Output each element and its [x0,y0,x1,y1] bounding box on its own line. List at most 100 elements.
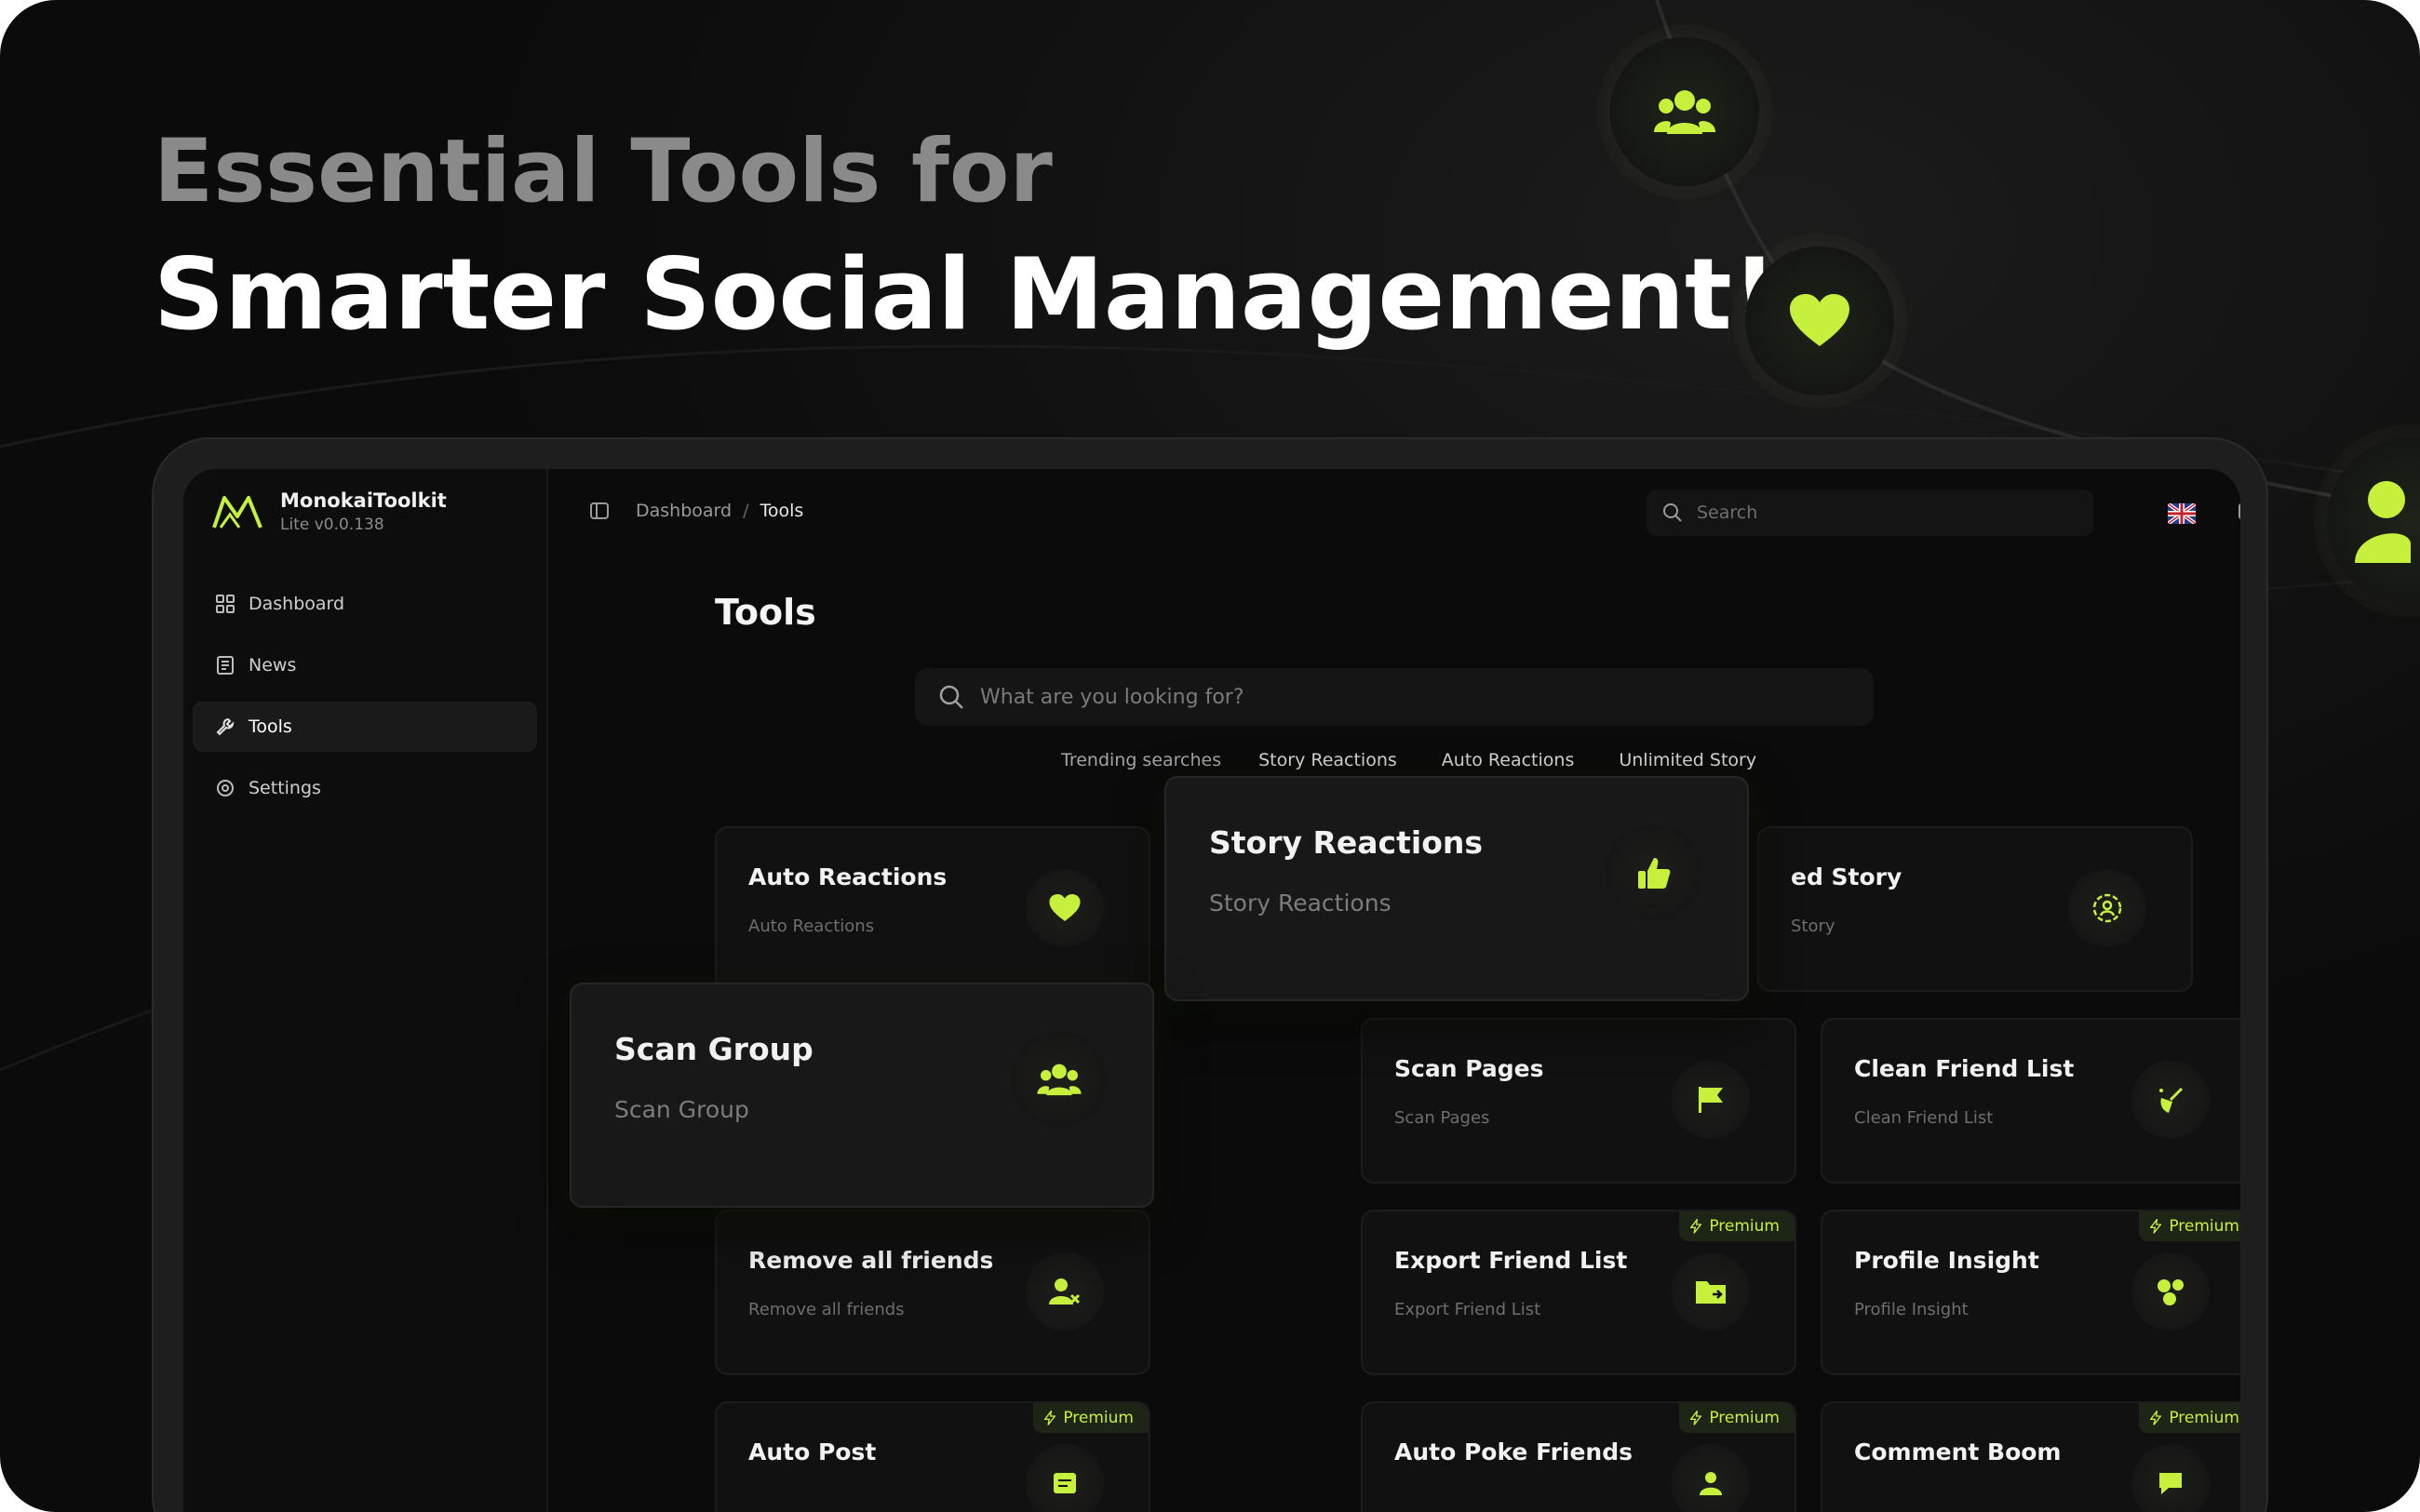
lightning-icon [2150,1219,2162,1234]
tool-card-icon-wrap [2068,869,2146,947]
brand[interactable]: MonokaiToolkit Lite v0.0.138 [211,489,447,534]
promo-stage: Essential Tools for Smarter Social Manag… [0,0,2420,1512]
tool-card-icon-wrap [1672,1444,1750,1512]
tool-card-icon-wrap [1011,1031,1108,1128]
tool-card-icon-wrap [1026,1252,1104,1331]
logo-icon [212,496,262,529]
laptop-frame: MonokaiToolkit Lite v0.0.138 Dashboard N… [152,437,2268,1512]
tool-card-clean-friend-list[interactable]: Clean Friend List Clean Friend List [1821,1018,2240,1184]
tool-card-subtitle: Scan Group [614,1096,749,1123]
tool-card-icon-wrap [2131,1061,2210,1139]
tool-card-icon-wrap [1026,869,1104,947]
app-window: MonokaiToolkit Lite v0.0.138 Dashboard N… [183,469,2240,1512]
breadcrumb: Dashboard / Tools [589,501,803,521]
breadcrumb-tools: Tools [760,501,804,521]
bubbles-icon [2158,1279,2184,1305]
premium-badge: Premium [1033,1403,1149,1433]
sidebar-item-label: Settings [249,778,321,798]
sidebar-toggle-icon[interactable] [589,501,610,521]
uk-flag-icon[interactable] [2168,503,2196,524]
tool-card-auto-reactions[interactable]: Auto Reactions Auto Reactions [715,826,1150,992]
tool-card-icon-wrap [1026,1444,1104,1512]
tool-card-scan-group[interactable]: Scan Group Scan Group [570,983,1154,1208]
hero-headline-top: Essential Tools for [154,121,1053,222]
hero-headline-bottom: Smarter Social Management! [154,237,1778,352]
broom-icon [2159,1087,2184,1113]
floating-group-badge [1610,37,1759,186]
tool-card-title: Profile Insight [1854,1247,2039,1274]
sidebar-item-label: News [249,655,297,676]
tool-card-title: ed Story [1791,863,1902,890]
tool-card-icon-wrap [2131,1252,2210,1331]
flag-icon [1699,1087,1723,1113]
tool-card-comment-boom[interactable]: Premium Comment Boom [1821,1401,2240,1512]
sidebar-item-tools[interactable]: Tools [193,702,537,752]
sidebar-item-dashboard[interactable]: Dashboard [193,579,537,629]
topbar: Dashboard / Tools Search [548,469,2240,558]
tool-card-story-reactions[interactable]: Story Reactions Story Reactions [1164,776,1749,1001]
monitor-icon[interactable] [2238,502,2240,526]
premium-badge: Premium [2139,1403,2240,1433]
tool-card-profile-insight[interactable]: Premium Profile Insight Profile Insight [1821,1210,2240,1375]
lightning-icon [1690,1219,1702,1234]
breadcrumb-separator: / [743,501,749,521]
premium-badge-label: Premium [1063,1409,1134,1427]
user-poke-icon [1700,1472,1722,1495]
heart-icon [1790,294,1849,346]
users-icon [1654,90,1715,134]
newspaper-icon [217,656,234,675]
user-remove-icon [1049,1278,1081,1305]
wrench-icon [216,717,235,736]
trending-chip[interactable]: Unlimited Story [1619,750,1756,770]
search-icon [1663,503,1682,522]
tool-card-icon-wrap [1672,1252,1750,1331]
page-title: Tools [715,592,816,633]
trending-chip[interactable]: Auto Reactions [1442,750,1575,770]
search-icon [939,685,963,709]
lightning-icon [1690,1411,1702,1425]
tool-card-subtitle: Remove all friends [748,1300,905,1319]
trending-label: Trending searches [1061,750,1222,770]
premium-badge: Premium [1679,1403,1795,1433]
tool-card-title: Story Reactions [1209,824,1484,861]
tool-card-icon-wrap [2131,1444,2210,1512]
trending-chip[interactable]: Story Reactions [1258,750,1397,770]
sidebar-item-news[interactable]: News [193,640,537,690]
premium-badge-label: Premium [1709,1217,1780,1236]
tool-card-icon-wrap [1672,1061,1750,1139]
tool-card-title: Scan Group [614,1031,813,1067]
tool-card-scan-pages[interactable]: Scan Pages Scan Pages [1361,1018,1796,1184]
tool-card-remove-all-friends[interactable]: Remove all friends Remove all friends [715,1210,1150,1375]
tool-card-subtitle: Clean Friend List [1854,1108,1994,1128]
tool-card-export-friend-list[interactable]: Premium Export Friend List Export Friend… [1361,1210,1796,1375]
tool-card-title: Auto Reactions [748,863,948,890]
tool-card-subtitle: Story Reactions [1209,890,1392,917]
tool-card-subtitle: Export Friend List [1394,1300,1541,1319]
tool-card-auto-post[interactable]: Premium Auto Post [715,1401,1150,1512]
tool-card-title: Export Friend List [1394,1247,1628,1274]
tools-search-placeholder: What are you looking for? [980,685,1244,709]
thumbs-up-icon [1638,858,1671,889]
premium-badge: Premium [1679,1211,1795,1241]
tool-card-title: Clean Friend List [1854,1055,2075,1082]
lightning-icon [1044,1411,1056,1425]
users-icon [1037,1064,1082,1096]
tool-card-subtitle: Auto Reactions [748,917,875,936]
lightning-icon [2150,1411,2162,1425]
heart-icon [1049,894,1081,921]
user-icon [2355,481,2411,563]
sidebar-nav: Dashboard News Tools Settings [193,579,537,824]
app-version: Lite v0.0.138 [280,515,384,534]
tool-card-title: Scan Pages [1394,1055,1544,1082]
grid-icon [216,595,235,613]
sidebar-item-settings[interactable]: Settings [193,763,537,813]
tool-card-auto-poke-friends[interactable]: Premium Auto Poke Friends [1361,1401,1796,1512]
tool-card-title: Auto Poke Friends [1394,1438,1633,1465]
top-search-input[interactable]: Search [1647,489,2093,536]
tools-search-input[interactable]: What are you looking for? [915,668,1874,726]
tool-card-title: Comment Boom [1854,1438,2062,1465]
sidebar-item-label: Dashboard [249,594,345,614]
tool-card-title: Remove all friends [748,1247,994,1274]
breadcrumb-dashboard[interactable]: Dashboard [636,501,732,521]
tool-card-unlimited-story[interactable]: ed Story Story [1757,826,2193,992]
